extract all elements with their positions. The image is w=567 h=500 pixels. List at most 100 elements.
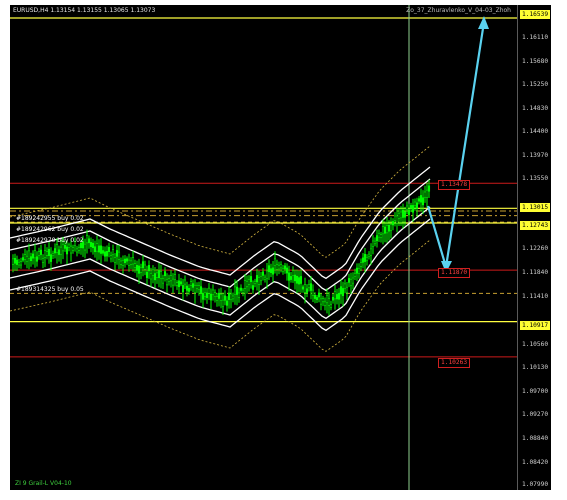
candle-body <box>347 278 351 283</box>
candle-body <box>403 211 407 218</box>
candle-body <box>307 284 311 289</box>
candle-body <box>145 271 149 278</box>
candle-body <box>139 267 143 273</box>
candle-body <box>335 294 339 300</box>
order-label-4[interactable]: #189314325 buy 0.05 <box>16 286 84 293</box>
yellow-level-badge-2[interactable]: 1.13015 <box>520 203 551 212</box>
candle-body <box>367 253 371 257</box>
candle-body <box>171 278 175 286</box>
candle-body <box>323 301 327 307</box>
price-tick: 1.10560 <box>522 341 549 348</box>
candle-body <box>419 195 423 203</box>
candle-body <box>35 256 39 262</box>
candle-body <box>369 248 373 256</box>
chart-window[interactable]: EURUSD,H4 1.13154 1.13155 1.13065 1.1307… <box>10 5 551 490</box>
order-label-3[interactable]: #189242970 buy 0.02 <box>16 237 84 244</box>
candle-body <box>269 268 273 273</box>
candle-body <box>409 205 413 209</box>
red-level-badge-2[interactable]: 1.11870 <box>438 268 471 278</box>
candle-body <box>399 211 403 219</box>
candle-body <box>71 247 75 251</box>
candle-body <box>141 261 145 269</box>
candle-body <box>305 288 309 293</box>
candle-body <box>389 224 393 231</box>
price-tick: 1.13550 <box>522 175 549 182</box>
candle-body <box>131 257 135 265</box>
candle-body <box>153 273 157 281</box>
candle-body <box>173 274 177 280</box>
candle-body <box>255 275 259 283</box>
candle-body <box>47 248 51 256</box>
yellow-level-badge-4[interactable]: 1.10917 <box>520 321 551 330</box>
candle-body <box>263 276 267 280</box>
candle-body <box>189 281 193 286</box>
candle-body <box>423 191 427 198</box>
candle-body <box>379 234 383 239</box>
candle-body <box>313 295 317 299</box>
candle-body <box>279 264 283 269</box>
candle-body <box>41 258 45 263</box>
candle-body <box>33 250 37 259</box>
candle-body <box>185 285 189 291</box>
candle-body <box>251 285 255 290</box>
candle-body <box>343 283 347 289</box>
candle-body <box>397 212 401 219</box>
candle-body <box>137 265 141 274</box>
candle-body <box>267 265 271 273</box>
yellow-level-badge-3[interactable]: 1.12743 <box>520 221 551 230</box>
candle-body <box>401 209 405 218</box>
candle-body <box>103 251 107 257</box>
candle-body <box>159 271 163 279</box>
candle-body <box>207 287 211 294</box>
candle-body <box>253 280 257 284</box>
candle-body <box>127 259 131 266</box>
candle-body <box>133 263 137 268</box>
candle-body <box>45 251 49 256</box>
candle-body <box>191 283 195 288</box>
candle-body <box>53 248 57 254</box>
candle-body <box>427 185 431 192</box>
candle-body <box>97 245 101 253</box>
candle-body <box>245 281 249 288</box>
order-label-1[interactable]: #189242955 buy 0.02 <box>16 215 84 222</box>
candle-body <box>359 262 363 267</box>
candle-body <box>181 285 185 293</box>
candle-body <box>93 246 97 253</box>
candle-body <box>75 248 79 253</box>
candle-body <box>319 298 323 305</box>
candle-body <box>213 292 217 297</box>
candle-body <box>91 242 95 249</box>
candle-body <box>249 276 253 283</box>
candle-body <box>239 287 243 291</box>
candle-body <box>157 270 161 279</box>
candle-body <box>345 286 349 293</box>
candle-body <box>61 243 65 252</box>
candle-body <box>351 277 355 284</box>
candle-body <box>395 215 399 224</box>
candle-body <box>49 254 53 262</box>
price-axis[interactable]: 1.16110 1.15680 1.15250 1.14830 1.14400 … <box>517 5 551 490</box>
candle-body <box>375 235 379 242</box>
candle-body <box>391 221 395 226</box>
candle-body <box>109 255 113 260</box>
candle-body <box>357 268 361 274</box>
candle-body <box>125 258 129 262</box>
yellow-level-badge-1[interactable]: 1.16539 <box>520 10 551 19</box>
candle-body <box>197 285 201 290</box>
candle-body <box>85 235 89 244</box>
candle-body <box>111 249 115 256</box>
red-level-badge-3[interactable]: 1.10263 <box>438 358 471 368</box>
candle-body <box>199 286 203 294</box>
price-tick: 1.15250 <box>522 81 549 88</box>
candle-body <box>19 261 23 266</box>
candle-body <box>135 265 139 271</box>
candle-body <box>175 282 179 286</box>
candle-body <box>291 270 295 276</box>
candle-body <box>339 286 343 295</box>
price-tick: 1.11410 <box>522 293 549 300</box>
candle-body <box>377 233 381 238</box>
candle-body <box>201 293 205 300</box>
red-level-badge-1[interactable]: 1.13478 <box>438 180 471 190</box>
order-label-2[interactable]: #189242962 buy 0.02 <box>16 226 84 233</box>
price-chart-canvas[interactable] <box>10 5 551 490</box>
